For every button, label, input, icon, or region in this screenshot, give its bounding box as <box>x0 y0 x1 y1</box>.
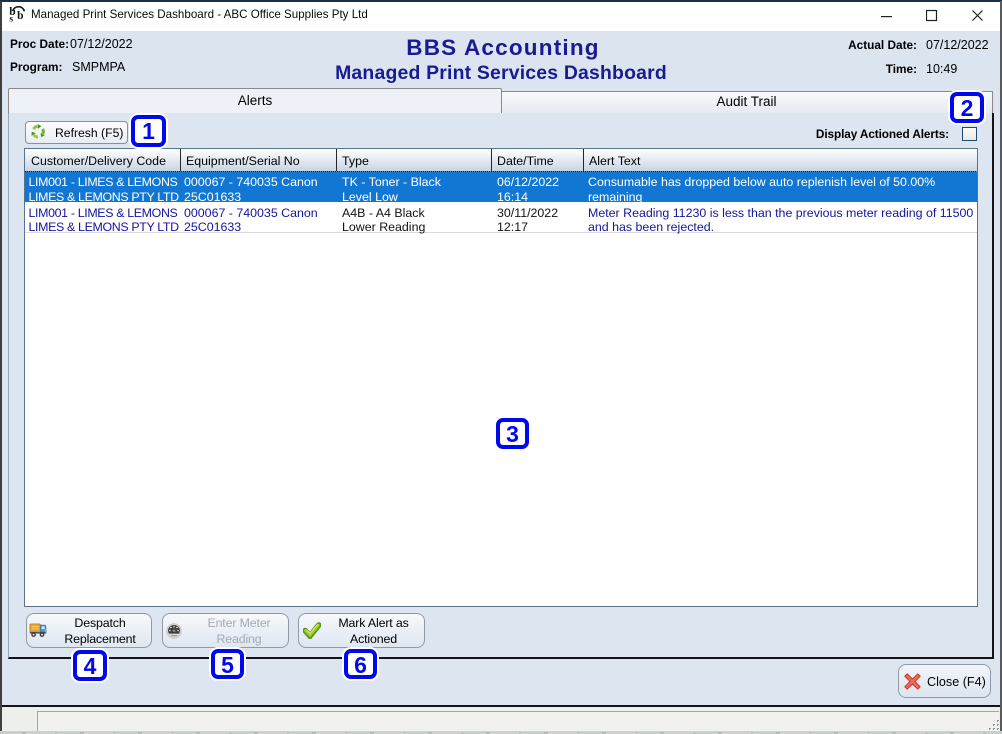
svg-text:b: b <box>17 10 23 22</box>
svg-text:s: s <box>9 14 13 24</box>
